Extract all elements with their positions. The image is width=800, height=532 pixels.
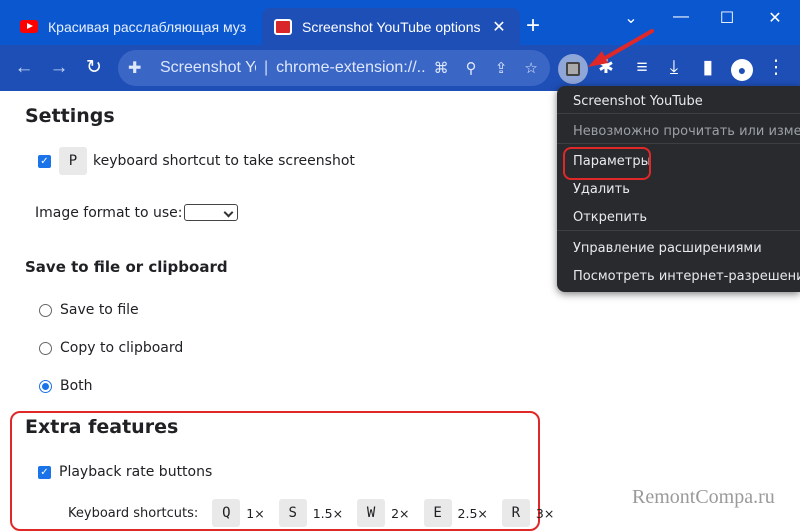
image-format-select[interactable] [184, 204, 239, 221]
download-icon[interactable]: ⤓ [662, 56, 686, 80]
shortcut-key[interactable]: E [423, 499, 452, 527]
tab-music[interactable]: Красивая расслабляющая музыка [8, 8, 258, 45]
reload-icon[interactable]: ↻ [82, 56, 106, 80]
side-panel-icon[interactable]: ▮ [696, 56, 720, 80]
shortcut-rate: 2× [391, 505, 410, 521]
radio-label: Both [60, 378, 93, 394]
chevron-down-icon[interactable]: ⌄ [616, 8, 646, 28]
menu-divider [557, 230, 800, 231]
youtube-icon [20, 20, 38, 33]
shortcut-key[interactable]: W [357, 499, 386, 527]
menu-item-view-permissions[interactable]: Посмотреть интернет-разрешения [573, 269, 800, 284]
radio-save-file[interactable]: Save to file [39, 302, 139, 318]
shortcut-label: keyboard shortcut to take screenshot [93, 153, 355, 169]
shortcut-rate: 1.5× [312, 505, 344, 521]
back-icon[interactable]: ← [12, 56, 36, 80]
shortcut-pair: R 3× [501, 499, 555, 527]
shortcut-rate: 1× [246, 505, 265, 521]
translate-icon[interactable]: ⌘ [426, 59, 456, 77]
shortcut-checkbox[interactable]: ✓ [38, 154, 51, 168]
puzzle-icon: ✚ [128, 60, 142, 77]
zoom-icon[interactable]: ⚲ [456, 59, 486, 77]
shortcut-key[interactable]: S [278, 499, 307, 527]
minimize-button[interactable]: — [666, 8, 696, 26]
tab-screenshot-options[interactable]: Screenshot YouTube options ✕ [262, 8, 520, 45]
image-format-row: Image format to use: [35, 204, 239, 221]
share-icon[interactable]: ⇪ [486, 59, 516, 77]
options-highlight [563, 147, 651, 180]
annotation-arrow [588, 29, 654, 67]
tab-title: Screenshot YouTube options [302, 18, 481, 35]
forward-icon[interactable]: → [47, 56, 71, 80]
shortcuts-label: Keyboard shortcuts: [68, 505, 199, 521]
shortcut-key[interactable]: R [501, 499, 530, 527]
menu-item-remove[interactable]: Удалить [573, 182, 630, 197]
shortcut-pair: W 2× [357, 499, 410, 527]
new-tab-button[interactable]: + [526, 14, 540, 38]
radio-button[interactable] [39, 379, 52, 393]
radio-both[interactable]: Both [39, 378, 93, 394]
radio-copy-clipboard[interactable]: Copy to clipboard [39, 340, 183, 356]
address-bar[interactable]: ✚ Screenshot YouTube | chrome-extension:… [118, 50, 550, 86]
more-menu-icon[interactable]: ⋮ [764, 56, 788, 80]
shortcut-pair: Q 1× [212, 499, 265, 527]
close-window-button[interactable]: ✕ [760, 8, 790, 28]
bookmark-star-icon[interactable]: ☆ [516, 59, 546, 77]
omnibox-separator: | [264, 59, 269, 76]
radio-button[interactable] [39, 303, 52, 317]
screenshot-extension-button[interactable] [558, 54, 588, 84]
watermark: RemontCompa.ru [632, 486, 775, 508]
shortcut-row: ✓ P keyboard shortcut to take screenshot [38, 147, 355, 175]
extension-context-menu: Screenshot YouTube Невозможно прочитать … [557, 86, 800, 292]
maximize-button[interactable]: ☐ [712, 8, 742, 28]
menu-item-site-access: Невозможно прочитать или изменить [573, 124, 800, 139]
image-format-label: Image format to use: [35, 204, 183, 221]
shortcut-pair: E 2.5× [423, 499, 488, 527]
shortcut-pair: S 1.5× [278, 499, 344, 527]
extension-favicon-icon [274, 18, 292, 35]
shortcut-key[interactable]: P [59, 147, 87, 175]
radio-button[interactable] [39, 341, 52, 355]
radio-label: Copy to clipboard [60, 340, 184, 356]
toolbar: ← → ↻ ✚ Screenshot YouTube | chrome-exte… [0, 45, 800, 91]
shortcut-key[interactable]: Q [212, 499, 241, 527]
omnibox-url: chrome-extension://... [276, 59, 427, 76]
settings-heading: Settings [25, 105, 115, 127]
shortcut-rate: 3× [535, 505, 555, 521]
shortcut-rate: 2.5× [457, 505, 488, 521]
tab-title: Красивая расслабляющая музыка [48, 18, 246, 35]
tab-strip: Красивая расслабляющая музыка Screenshot… [0, 0, 800, 45]
menu-divider [557, 143, 800, 144]
menu-item-manage-extensions[interactable]: Управление расширениями [573, 241, 762, 256]
save-heading: Save to file or clipboard [25, 258, 228, 276]
omnibox-site: Screenshot YouTube [160, 59, 256, 76]
extension-icon [566, 62, 580, 76]
radio-label: Save to file [60, 302, 139, 318]
profile-avatar-icon[interactable]: ● [731, 59, 753, 81]
menu-item-unpin[interactable]: Открепить [573, 210, 647, 225]
close-tab-icon[interactable]: ✕ [490, 17, 508, 37]
menu-divider [557, 113, 800, 114]
keyboard-shortcuts-row: Keyboard shortcuts: Q 1× S 1.5× W 2× E 2… [68, 499, 568, 527]
menu-item-extension-name[interactable]: Screenshot YouTube [573, 94, 703, 109]
